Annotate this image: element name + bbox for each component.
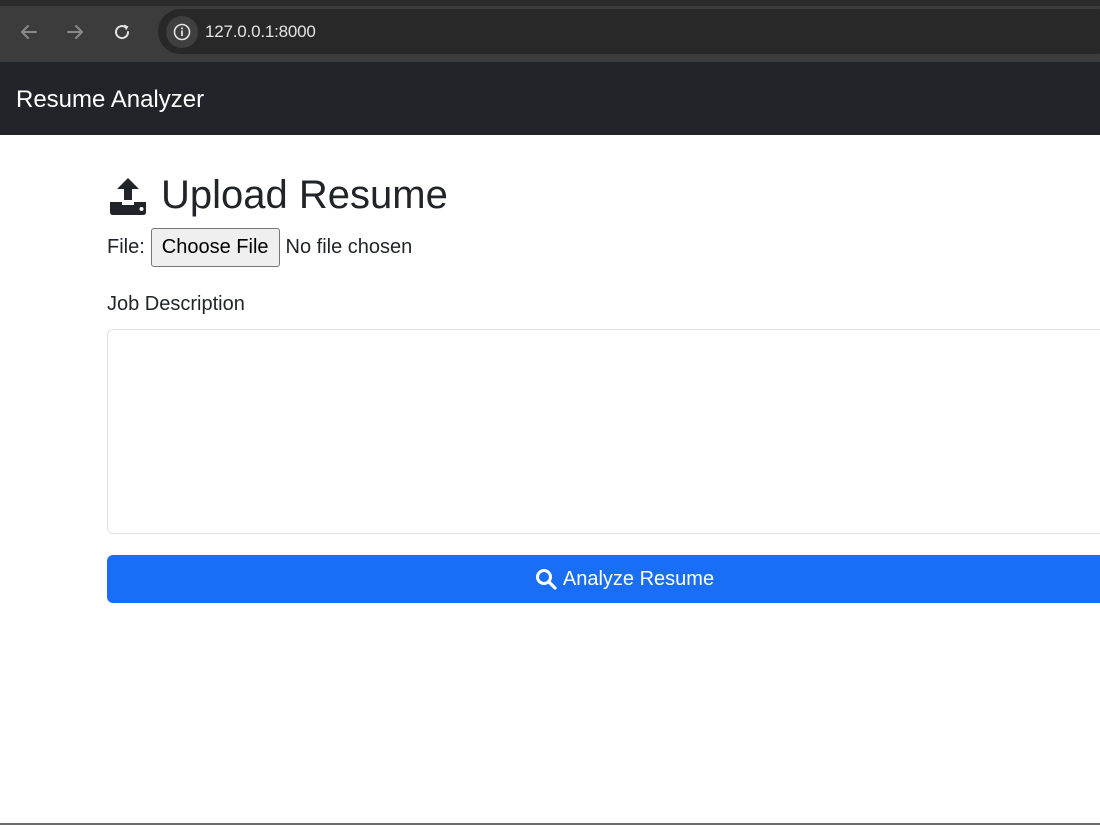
browser-toolbar: 127.0.0.1:8000 [0,0,1100,62]
job-description-textarea[interactable] [107,329,1100,534]
upload-icon [110,178,146,215]
back-button[interactable] [15,18,43,46]
file-status: No file chosen [285,235,413,258]
app-navbar: Resume Analyzer [0,62,1100,135]
job-description-label: Job Description [107,293,245,315]
address-bar[interactable]: 127.0.0.1:8000 [158,9,1100,54]
site-info-button[interactable] [166,16,198,48]
url-text[interactable]: 127.0.0.1:8000 [205,22,316,42]
reload-icon [115,24,130,40]
arrow-right-icon [67,25,83,39]
arrow-left-icon [21,25,37,39]
search-icon [535,569,557,590]
page-heading: Upload Resume [107,170,448,220]
page-title: Upload Resume [161,172,448,217]
choose-file-button[interactable]: Choose File [150,227,280,267]
reload-button[interactable] [108,18,136,46]
analyze-resume-label: Analyze Resume [562,567,715,590]
file-input: File: Choose File No file chosen [107,227,412,267]
file-label: File: [107,235,145,258]
info-icon [173,23,191,41]
forward-button[interactable] [61,18,89,46]
navbar-brand[interactable]: Resume Analyzer [16,86,204,114]
analyze-resume-button[interactable]: Analyze Resume [107,555,1100,603]
